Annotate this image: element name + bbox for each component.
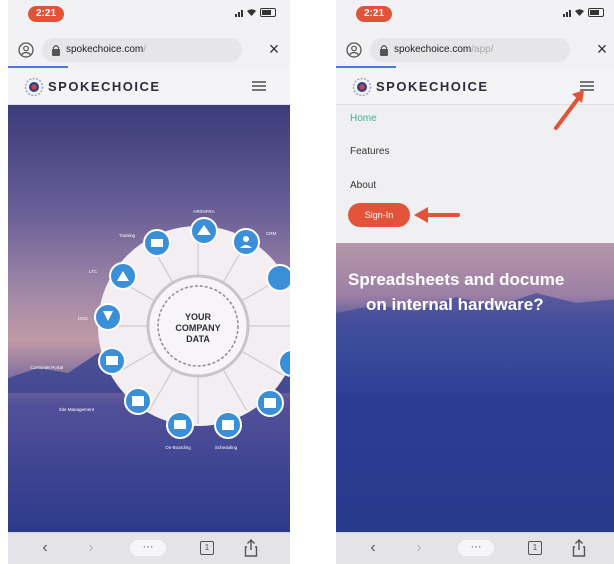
- battery-icon: [260, 8, 276, 17]
- extra-spoke-right-1[interactable]: [266, 264, 290, 292]
- signal-icon: [563, 9, 571, 17]
- forward-button[interactable]: ›: [410, 539, 428, 557]
- address-field[interactable]: spokechoice.com/app/: [370, 38, 570, 62]
- doc-spoke[interactable]: DOC: [78, 303, 122, 331]
- url-text: spokechoice.com/app/: [394, 44, 494, 55]
- site-management-spoke[interactable]: Site Management: [59, 387, 152, 415]
- crm-spoke[interactable]: CRM: [232, 228, 276, 256]
- forward-button[interactable]: ›: [82, 539, 100, 557]
- account-icon[interactable]: [18, 42, 34, 58]
- wheel-center-line-3: DATA: [186, 334, 210, 344]
- annotation-arrow-menu: [554, 90, 584, 130]
- spokechoice-logo-icon[interactable]: [24, 77, 44, 97]
- site-management-label: Site Management: [59, 407, 95, 412]
- hero-section: YOUR COMPANY DATA HR/INFRA CRM Training: [8, 105, 290, 533]
- status-bar: 2:21: [336, 0, 614, 28]
- hr-infra-label: HR/INFRA: [193, 209, 214, 214]
- url-text: spokechoice.com/: [66, 44, 147, 55]
- hero-headline: Spreadsheets and docume on internal hard…: [348, 267, 614, 317]
- lock-icon: [52, 45, 60, 56]
- site-logo-text[interactable]: SPOKECHOICE: [376, 79, 489, 94]
- wheel-center-line-1: YOUR: [185, 312, 212, 322]
- system-icons: [563, 8, 604, 17]
- site-logo-text[interactable]: SPOKECHOICE: [48, 79, 161, 94]
- ltc-label: LTC: [89, 269, 98, 274]
- hero-section: Spreadsheets and docume on internal hard…: [336, 243, 614, 533]
- browser-toolbar: ‹ › ··· 1: [8, 532, 290, 564]
- close-icon[interactable]: ×: [266, 40, 282, 58]
- menu-item-features[interactable]: Features: [350, 146, 389, 157]
- on-boarding-spoke[interactable]: On-Boarding: [165, 411, 194, 450]
- battery-icon: [588, 8, 604, 17]
- scheduling-label: Scheduling: [215, 445, 238, 450]
- wifi-icon: [247, 9, 256, 16]
- share-icon[interactable]: [244, 539, 258, 557]
- site-header: SPOKECHOICE: [8, 70, 290, 105]
- ltc-spoke[interactable]: LTC: [89, 262, 137, 290]
- address-field[interactable]: spokechoice.com/: [42, 38, 242, 62]
- on-boarding-label: On-Boarding: [165, 445, 191, 450]
- menu-item-about[interactable]: About: [350, 180, 376, 191]
- customer-portal-label: Customer Portal: [30, 365, 63, 370]
- menu-item-home[interactable]: Home: [350, 113, 377, 124]
- right-phone-screen: 2:21 spokechoice.com/app/ × SPOKECHOICE …: [336, 0, 614, 564]
- browser-url-bar: spokechoice.com/app/ ×: [336, 34, 614, 68]
- wifi-icon: [575, 9, 584, 16]
- status-bar: 2:21: [8, 0, 290, 28]
- left-phone-screen: 2:21 spokechoice.com/ × SPOKECHOICE YOUR…: [8, 0, 290, 564]
- status-time: 2:21: [28, 6, 64, 22]
- tabs-button[interactable]: 1: [200, 541, 214, 555]
- crm-label: CRM: [266, 231, 276, 236]
- lock-icon: [380, 45, 388, 56]
- status-time: 2:21: [356, 6, 392, 22]
- more-button[interactable]: ···: [458, 540, 494, 556]
- hero-headline-line-2: on internal hardware?: [366, 295, 544, 314]
- signal-icon: [235, 9, 243, 17]
- close-icon[interactable]: ×: [594, 40, 610, 58]
- system-icons: [235, 8, 276, 17]
- account-icon[interactable]: [346, 42, 362, 58]
- wheel-center-line-2: COMPANY: [175, 323, 220, 333]
- tabs-button[interactable]: 1: [528, 541, 542, 555]
- customer-portal-spoke[interactable]: Customer Portal: [30, 347, 126, 375]
- menu-icon[interactable]: [252, 81, 266, 91]
- training-label: Training: [119, 233, 136, 238]
- page-load-progress: [336, 66, 396, 68]
- back-button[interactable]: ‹: [36, 539, 54, 557]
- browser-toolbar: ‹ › ··· 1: [336, 532, 614, 564]
- back-button[interactable]: ‹: [364, 539, 382, 557]
- company-data-wheel: YOUR COMPANY DATA HR/INFRA CRM Training: [30, 209, 290, 450]
- hr-infra-spoke[interactable]: HR/INFRA: [190, 209, 218, 245]
- doc-label: DOC: [78, 316, 89, 321]
- share-icon[interactable]: [572, 539, 586, 557]
- more-button[interactable]: ···: [130, 540, 166, 556]
- hero-headline-line-1: Spreadsheets and docume: [348, 270, 565, 289]
- page-load-progress: [8, 66, 68, 68]
- browser-url-bar: spokechoice.com/ ×: [8, 34, 290, 68]
- spokechoice-logo-icon[interactable]: [352, 77, 372, 97]
- signin-button[interactable]: Sign-In: [348, 203, 410, 227]
- scheduling-spoke[interactable]: Scheduling: [214, 411, 242, 450]
- extra-spoke-right-2[interactable]: [256, 389, 284, 417]
- annotation-arrow-signin: [414, 207, 460, 223]
